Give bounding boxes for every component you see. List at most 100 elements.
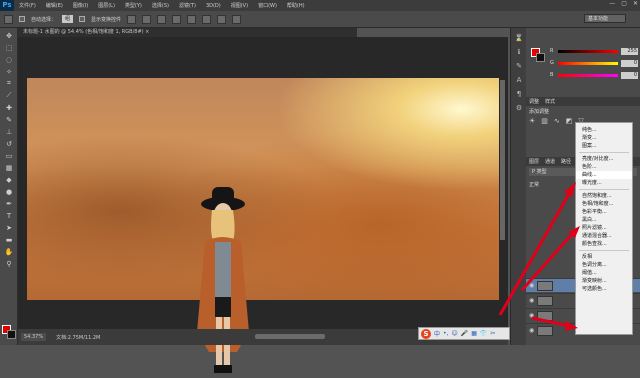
menu-item-curves[interactable]: 曲线... <box>576 171 632 179</box>
crop-tool-icon[interactable]: ⌗ <box>3 79 15 88</box>
align-left-icon[interactable] <box>172 14 182 24</box>
type-tool-icon[interactable]: T <box>3 211 15 220</box>
ime-tools-icon[interactable]: ✂ <box>490 330 495 337</box>
zoom-level[interactable]: 54.37% <box>21 333 47 341</box>
menu-item-gradient-map[interactable]: 渐变映射... <box>576 277 632 285</box>
maximize-button[interactable]: ▢ <box>621 0 627 7</box>
menu-select[interactable]: 选择(S) <box>147 2 174 9</box>
slider-blue-value[interactable]: 0 <box>620 71 638 79</box>
blend-mode-select[interactable]: 正常 <box>529 181 539 188</box>
menu-item-gradient[interactable]: 渐变... <box>576 134 632 142</box>
menu-image[interactable]: 图像(I) <box>68 2 93 9</box>
properties-panel-icon[interactable]: ℹ <box>514 47 524 56</box>
document-tab[interactable]: 未标题-1 水图的 @ 54.4% (色相/饱和度 1, RGB/8#) × <box>18 28 358 37</box>
tab-channels[interactable]: 通道 <box>545 158 555 165</box>
menu-item-photo-filter[interactable]: 照片滤镜... <box>576 224 632 232</box>
align-center-icon[interactable] <box>187 14 197 24</box>
tab-paths[interactable]: 路径 <box>561 158 571 165</box>
menu-file[interactable]: 文件(F) <box>14 2 41 9</box>
slider-green-track[interactable] <box>557 61 618 65</box>
menu-item-color-balance[interactable]: 色彩平衡... <box>576 208 632 216</box>
menu-item-posterize[interactable]: 色调分离... <box>576 261 632 269</box>
slider-blue-track[interactable] <box>557 73 618 77</box>
stamp-tool-icon[interactable]: ⊥ <box>3 127 15 136</box>
path-select-icon[interactable]: ➤ <box>3 223 15 232</box>
menu-item-threshold[interactable]: 阈值... <box>576 269 632 277</box>
slider-blue[interactable]: B 0 <box>550 71 638 79</box>
marquee-tool-icon[interactable]: ⬚ <box>3 43 15 52</box>
history-brush-icon[interactable]: ↺ <box>3 139 15 148</box>
document-size[interactable]: 文档:2.75M/11.2M <box>56 334 100 341</box>
ime-voice-icon[interactable]: 🎤 <box>461 330 468 337</box>
move-tool-icon[interactable]: ✥ <box>3 31 15 40</box>
show-transform-checkbox[interactable] <box>79 16 86 22</box>
menu-item-channel-mixer[interactable]: 通道混合器... <box>576 232 632 240</box>
magic-wand-icon[interactable]: ✧ <box>3 67 15 76</box>
auto-select-dropdown[interactable]: 组 <box>62 15 74 23</box>
align-top-icon[interactable] <box>127 14 137 24</box>
slider-red[interactable]: R 255 <box>550 47 638 55</box>
menu-item-color-lookup[interactable]: 颜色查找... <box>576 240 632 248</box>
slider-green-value[interactable]: 0 <box>620 59 638 67</box>
menu-type[interactable]: 类型(Y) <box>120 2 147 9</box>
menu-item-invert[interactable]: 反相 <box>576 253 632 261</box>
menu-item-selective-color[interactable]: 可选颜色... <box>576 285 632 293</box>
menu-item-vibrance[interactable]: 自然饱和度... <box>576 192 632 200</box>
color-panel-background[interactable] <box>536 53 545 62</box>
dodge-tool-icon[interactable]: ● <box>3 187 15 196</box>
auto-select-checkbox[interactable] <box>19 16 25 22</box>
blur-tool-icon[interactable]: ◆ <box>3 175 15 184</box>
hand-tool-icon[interactable]: ✋ <box>3 247 15 256</box>
move-tool-icon[interactable] <box>4 14 13 24</box>
shape-tool-icon[interactable]: ▬ <box>3 235 15 244</box>
menu-item-brightness-contrast[interactable]: 亮度/对比度... <box>576 155 632 163</box>
levels-icon[interactable]: ▥ <box>541 117 548 126</box>
menu-view[interactable]: 视图(V) <box>226 2 253 9</box>
vertical-scrollbar[interactable] <box>500 80 505 240</box>
ime-keyboard-icon[interactable]: ▦ <box>471 330 477 337</box>
tab-styles[interactable]: 样式 <box>545 98 555 105</box>
tab-layers[interactable]: 图层 <box>529 158 539 165</box>
menu-help[interactable]: 帮助(H) <box>282 2 310 9</box>
background-color[interactable] <box>7 330 16 339</box>
pen-tool-icon[interactable]: ✒ <box>3 199 15 208</box>
align-bottom-icon[interactable] <box>157 14 167 24</box>
color-swatches[interactable] <box>2 325 16 339</box>
eye-icon[interactable]: ◉ <box>529 282 534 289</box>
curves-icon[interactable]: ∿ <box>554 117 560 126</box>
distribute-icon[interactable] <box>217 14 227 24</box>
brush-panel-icon[interactable]: ✎ <box>514 61 524 70</box>
canvas-image[interactable] <box>27 78 499 373</box>
slider-red-value[interactable]: 255 <box>620 47 638 55</box>
ime-emoji-icon[interactable]: ☺ <box>451 330 457 337</box>
menu-3d[interactable]: 3D(D) <box>201 3 226 9</box>
menu-item-hue-saturation[interactable]: 色相/饱和度... <box>576 200 632 208</box>
brightness-icon[interactable]: ☀ <box>529 117 535 126</box>
slider-red-track[interactable] <box>557 49 618 53</box>
eraser-tool-icon[interactable]: ▭ <box>3 151 15 160</box>
lasso-tool-icon[interactable]: ◌ <box>3 55 15 64</box>
menu-item-black-white[interactable]: 黑白... <box>576 216 632 224</box>
menu-edit[interactable]: 编辑(E) <box>41 2 68 9</box>
workspace-switcher[interactable]: 基本功能 <box>584 14 626 23</box>
menu-item-exposure[interactable]: 曝光度... <box>576 179 632 187</box>
eye-icon[interactable]: ◉ <box>529 297 534 304</box>
zoom-tool-icon[interactable]: ⚲ <box>3 259 15 268</box>
minimize-button[interactable]: — <box>609 0 615 7</box>
slider-green[interactable]: G 0 <box>550 59 638 67</box>
menu-filter[interactable]: 滤镜(T) <box>174 2 201 9</box>
ime-lang-toggle[interactable]: 中 <box>434 329 440 338</box>
close-button[interactable]: ✕ <box>633 0 638 7</box>
eye-icon[interactable]: ◉ <box>529 312 534 319</box>
exposure-icon[interactable]: ◩ <box>566 117 573 126</box>
eye-icon[interactable]: ◉ <box>529 327 534 334</box>
eyedropper-icon[interactable]: ⟋ <box>3 91 15 100</box>
menu-item-pattern[interactable]: 图案... <box>576 142 632 150</box>
align-middle-icon[interactable] <box>142 14 152 24</box>
align-right-icon[interactable] <box>202 14 212 24</box>
menu-item-solid-color[interactable]: 纯色... <box>576 126 632 134</box>
3d-mode-icon[interactable] <box>232 14 242 24</box>
menu-item-levels[interactable]: 色阶... <box>576 163 632 171</box>
menu-layer[interactable]: 图层(L) <box>93 2 120 9</box>
horizontal-scrollbar[interactable] <box>255 334 325 339</box>
